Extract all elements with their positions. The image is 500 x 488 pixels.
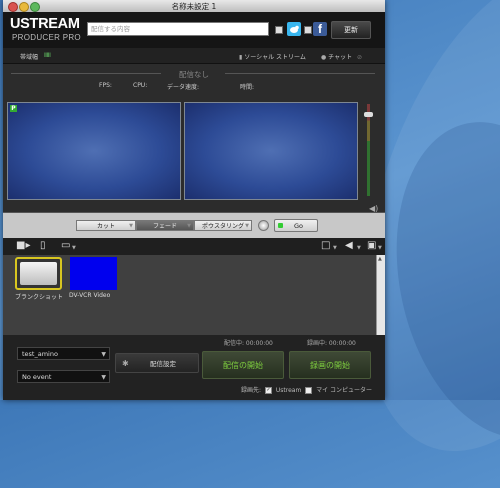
my-computer-label: マイ コンピューター <box>316 387 373 394</box>
posturing-dropdown-icon[interactable]: ▼ <box>245 221 249 232</box>
monitor-dropdown-icon[interactable]: ▼ <box>72 245 76 251</box>
scroll-up-arrow-icon[interactable]: ▲ <box>378 256 382 262</box>
control-panel: test_amino ▼ No event ▼ ✱ 配信設定 配信中: 00:0… <box>3 335 385 400</box>
twitter-checkbox[interactable] <box>275 26 283 34</box>
bandwidth-label: 帯域幅 <box>20 54 39 61</box>
record-destination: 録画先: ✓ Ustream マイ コンピューター <box>241 385 372 394</box>
preview-screen[interactable]: P <box>7 102 181 200</box>
bandwidth-meter-icon: IIIII <box>44 52 51 59</box>
posturing-button[interactable]: ポウスタリング ▼ <box>194 220 252 231</box>
data-rate-label: データ速度: <box>167 84 200 91</box>
facebook-icon[interactable]: f <box>313 22 327 36</box>
audio-level-meter <box>367 104 370 196</box>
go-button[interactable]: Go <box>274 219 318 232</box>
chat-label: チャット <box>328 54 353 61</box>
social-stream-icon: ▮ <box>239 54 243 61</box>
overlay-dropdown-icon[interactable]: ▼ <box>378 245 382 251</box>
chevron-down-icon: ▼ <box>101 374 106 381</box>
live-screen[interactable] <box>184 102 358 200</box>
time-label: 時間: <box>240 84 255 91</box>
twitter-icon[interactable] <box>287 22 301 36</box>
show-select-value: test_amino <box>22 350 58 358</box>
cut-label: カット <box>96 223 115 230</box>
preview-panel: 配信なし FPS: CPU: データ速度: 時間: P ◀) Ω <box>3 64 385 226</box>
layout-icon[interactable]: □ <box>321 240 330 252</box>
go-label: Go <box>294 222 304 230</box>
chat-bubble-icon: ● <box>321 54 327 61</box>
media-thumbnail-blank-shot[interactable] <box>15 257 62 290</box>
monitor-icon[interactable]: ▭ <box>61 240 70 252</box>
cut-button[interactable]: カット ▼ <box>76 220 136 231</box>
chat-toggle[interactable]: ● チャット ⊘ <box>321 52 362 61</box>
stream-title-input[interactable]: 配信する内容 <box>87 22 269 36</box>
fade-label: フェード <box>152 223 177 230</box>
start-record-button[interactable]: 録画の開始 <box>289 351 371 379</box>
transition-preview-button[interactable] <box>258 220 269 231</box>
broadcast-settings-button[interactable]: ✱ 配信設定 <box>115 353 199 373</box>
show-select[interactable]: test_amino ▼ <box>17 347 110 360</box>
posturing-label: ポウスタリング <box>201 223 244 230</box>
fps-label: FPS: <box>99 82 112 89</box>
window-title: 名称未設定 1 <box>171 2 217 11</box>
transition-bar: カット ▼ フェード ▼ ポウスタリング ▼ Go <box>3 212 385 239</box>
my-computer-checkbox[interactable] <box>305 387 313 394</box>
preview-badge: P <box>10 105 17 112</box>
logo-ustream: USTREAM <box>10 16 80 32</box>
record-time: 録画中: 00:00:00 <box>307 340 356 347</box>
broadcast-settings-label: 配信設定 <box>150 360 176 368</box>
facebook-checkbox[interactable] <box>304 26 312 34</box>
chat-settings-icon[interactable]: ⊘ <box>357 54 362 61</box>
event-select-value: No event <box>22 373 52 381</box>
overlay-icon[interactable]: ▣ <box>367 240 376 252</box>
media-scrollbar[interactable]: ▲ <box>376 255 385 335</box>
status-bar: 帯域幅 IIIII ▮ ソーシャル ストリーム ● チャット ⊘ <box>3 48 385 64</box>
event-select[interactable]: No event ▼ <box>17 370 110 383</box>
fade-button[interactable]: フェード ▼ <box>136 220 194 231</box>
app-window: 名称未設定 1 USTREAM PRODUCER PRO 配信する内容 f 更新… <box>3 0 385 400</box>
ustream-label: Ustream <box>275 387 302 394</box>
start-broadcast-button[interactable]: 配信の開始 <box>202 351 284 379</box>
media-label: ブランクショット <box>15 294 64 301</box>
fade-dropdown-icon[interactable]: ▼ <box>187 221 191 232</box>
broadcast-time: 配信中: 00:00:00 <box>224 340 273 347</box>
go-indicator-icon <box>278 223 283 228</box>
media-label: DV-VCR Video <box>69 292 111 299</box>
divider <box>225 73 375 74</box>
cpu-label: CPU: <box>133 82 148 89</box>
layout-dropdown-icon[interactable]: ▼ <box>333 245 337 251</box>
media-toolbar: ■▸ ▯ ▭ ▼ □ ▼ ◀ ▼ ▣ ▼ <box>3 238 385 255</box>
speaker-dropdown-icon[interactable]: ▼ <box>357 245 361 251</box>
logo-producer-pro: PRODUCER PRO <box>12 33 81 42</box>
blank-shot-preview <box>20 262 57 285</box>
volume-slider-handle[interactable] <box>364 112 373 117</box>
record-destination-label: 録画先: <box>241 387 262 394</box>
media-thumbnail-dv-vcr[interactable] <box>70 257 117 290</box>
add-file-icon[interactable]: ▯ <box>40 240 46 252</box>
chevron-down-icon: ▼ <box>101 351 106 358</box>
speaker-icon[interactable]: ◀ <box>345 240 353 252</box>
social-stream-toggle[interactable]: ▮ ソーシャル ストリーム <box>239 52 306 61</box>
cut-dropdown-icon[interactable]: ▼ <box>129 221 133 232</box>
app-header: USTREAM PRODUCER PRO 配信する内容 f 更新 <box>3 12 385 48</box>
gear-icon: ✱ <box>122 359 129 368</box>
camera-plus-icon[interactable]: ■▸ <box>16 240 30 252</box>
social-stream-label: ソーシャル ストリーム <box>244 54 306 61</box>
ustream-checkbox[interactable]: ✓ <box>264 387 272 394</box>
media-bin: ブランクショット DV-VCR Video <box>3 255 385 335</box>
update-button[interactable]: 更新 <box>331 21 371 39</box>
broadcast-status-text: 配信なし <box>179 70 209 79</box>
